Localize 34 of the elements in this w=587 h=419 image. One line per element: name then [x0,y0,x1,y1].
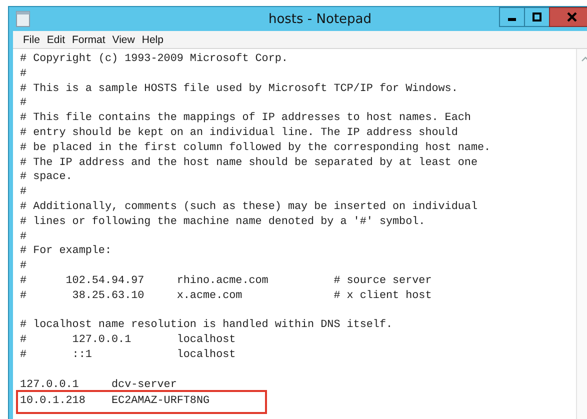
text-line: # be placed in the first column followed by the corresponding host name. [20,140,491,156]
text-line: # [20,230,27,244]
window-title: hosts - Notepad [267,12,373,26]
menu-item[interactable]: View [109,34,139,46]
text-line: # space. [20,170,72,186]
menu-item[interactable]: Format [69,34,110,46]
minimize-button[interactable] [499,7,525,27]
text-line: # [20,96,27,112]
menu-item[interactable]: Edit [44,34,70,46]
text-line: # This is a sample HOSTS file used by Microsoft TCP/IP for Windows. [20,82,458,96]
maximize-icon [532,12,542,22]
text-line: # Copyright (c) 1993-2009 Microsoft Corp. [20,52,288,67]
text-line: # [20,259,27,274]
text-line: # 102.54.94.97 rhino.acme.com # source server [20,274,432,289]
text-line: # entry should be kept on an individual line. The IP address should [20,126,458,141]
text-line: # 127.0.0.1 localhost [20,333,236,348]
text-line: # lines or following the machine name denoted by a '#' symbol. [20,214,426,230]
close-icon [567,12,577,22]
text-line: # ::1 localhost [20,348,236,363]
text-line: # localhost name resolution is handled within DNS itself. [20,318,393,334]
menu-item[interactable]: Help [138,34,168,46]
text-line: # This file contains the mappings of IP addresses to host names. Each [20,111,471,126]
text-line: 127.0.0.1 dcv-server [20,378,177,392]
close-button[interactable] [549,7,587,27]
text-line: # The IP address and the host name should be separated by at least one [20,156,478,170]
text-line: # 38.25.63.10 x.acme.com # x client host [20,288,432,304]
menu-item[interactable]: File [20,34,44,46]
highlighted-text-line: 10.0.1.218 EC2AMAZ-URFT8NG [18,392,265,412]
text-line: # Additionally, comments (such as these) may be inserted on individual [20,200,478,215]
notepad-icon [16,11,30,27]
maximize-button[interactable] [524,7,550,27]
text-line: # For example: [20,244,112,260]
text-line: # [20,66,27,82]
text-line: # [20,185,27,200]
